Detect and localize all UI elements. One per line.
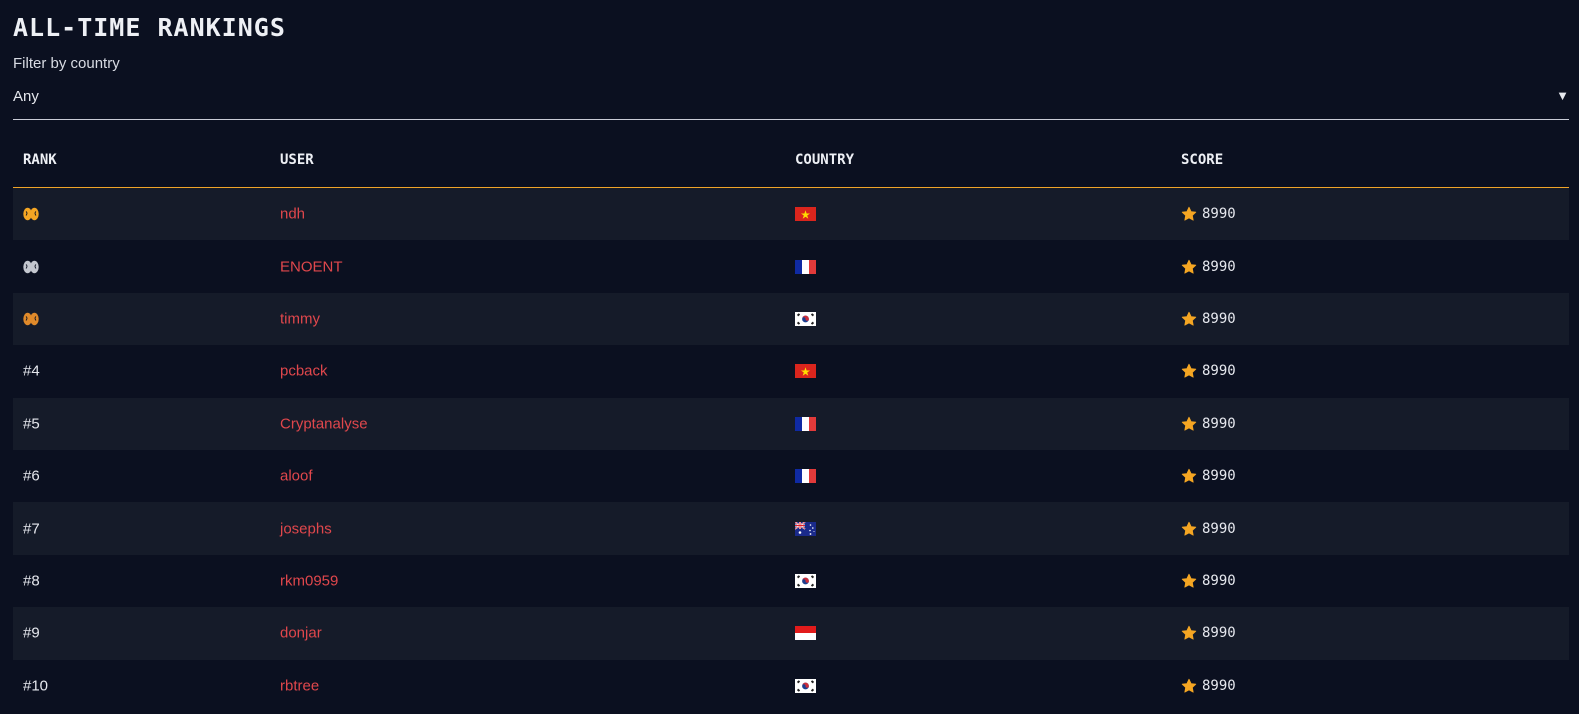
chevron-down-icon: ▼ (1556, 88, 1569, 103)
vietnam-flag-icon (795, 364, 816, 379)
france-flag-icon (795, 416, 816, 431)
score-value: 8990 (1202, 625, 1236, 642)
table-row: #7 josephs 8990 (13, 502, 1569, 555)
country-filter-select[interactable]: Any ▼ (13, 82, 1569, 120)
star-icon (1181, 416, 1197, 432)
table-row: #10 rbtree 8990 (13, 660, 1569, 712)
page-title: ALL-TIME RANKINGS (13, 13, 286, 42)
rank-value: #6 (23, 467, 40, 485)
vietnam-flag-icon (795, 207, 816, 222)
star-icon (1181, 311, 1197, 327)
score-value: 8990 (1202, 572, 1236, 589)
score-cell: 8990 (1181, 259, 1236, 275)
header-user: USER (280, 152, 314, 168)
header-score: SCORE (1181, 152, 1224, 168)
score-value: 8990 (1202, 258, 1236, 275)
user-link[interactable]: aloof (280, 468, 313, 485)
user-link[interactable]: donjar (280, 625, 322, 642)
star-icon (1181, 259, 1197, 275)
score-value: 8990 (1202, 520, 1236, 537)
table-row: #4 pcback 8990 (13, 345, 1569, 397)
south-korea-flag-icon (795, 573, 816, 588)
score-cell: 8990 (1181, 416, 1236, 432)
australia-flag-icon (795, 521, 816, 536)
table-row: timmy 8990 (13, 292, 1569, 346)
table-row: #8 rkm0959 8990 (13, 555, 1569, 607)
country-filter-value: Any (13, 88, 39, 105)
rankings-table: RANK USER COUNTRY SCORE ndh 8990 ENOENT 899… (13, 133, 1569, 712)
south-korea-flag-icon (795, 678, 816, 693)
star-icon (1181, 468, 1197, 484)
score-value: 8990 (1202, 310, 1236, 327)
user-link[interactable]: Cryptanalyse (280, 415, 368, 432)
star-icon (1181, 363, 1197, 379)
table-header: RANK USER COUNTRY SCORE (13, 133, 1569, 188)
table-row: ENOENT 8990 (13, 240, 1569, 292)
table-row: ndh 8990 (13, 188, 1569, 241)
score-cell: 8990 (1181, 625, 1236, 641)
rank-value: #4 (23, 362, 40, 380)
brain-icon (23, 312, 39, 326)
table-row: #6 aloof 8990 (13, 450, 1569, 502)
score-cell: 8990 (1181, 678, 1236, 694)
brain-icon (23, 207, 39, 221)
user-link[interactable]: josephs (280, 520, 332, 537)
score-value: 8990 (1202, 206, 1236, 223)
rank-value: #7 (23, 520, 40, 538)
header-rank: RANK (23, 152, 57, 168)
user-link[interactable]: pcback (280, 363, 328, 380)
table-row: #5 Cryptanalyse 8990 (13, 397, 1569, 450)
user-link[interactable]: rbtree (280, 677, 319, 694)
user-link[interactable]: ndh (280, 206, 305, 223)
star-icon (1181, 521, 1197, 537)
score-value: 8990 (1202, 363, 1236, 380)
user-link[interactable]: ENOENT (280, 258, 343, 275)
score-cell: 8990 (1181, 573, 1236, 589)
header-country: COUNTRY (795, 152, 855, 168)
score-value: 8990 (1202, 468, 1236, 485)
score-cell: 8990 (1181, 468, 1236, 484)
rank-value: #5 (23, 415, 40, 433)
indonesia-flag-icon (795, 626, 816, 641)
rank-value: #10 (23, 677, 49, 695)
score-value: 8990 (1202, 677, 1236, 694)
score-value: 8990 (1202, 415, 1236, 432)
brain-icon (23, 260, 39, 274)
user-link[interactable]: timmy (280, 310, 320, 327)
filter-label: Filter by country (13, 55, 120, 72)
rank-value: #9 (23, 624, 40, 642)
south-korea-flag-icon (795, 311, 816, 326)
score-cell: 8990 (1181, 311, 1236, 327)
score-cell: 8990 (1181, 206, 1236, 222)
score-cell: 8990 (1181, 521, 1236, 537)
table-row: #9 donjar 8990 (13, 607, 1569, 660)
user-link[interactable]: rkm0959 (280, 572, 338, 589)
table-body: ndh 8990 ENOENT 8990 timmy 8990 #4 pcback 8990 #5… (13, 188, 1569, 712)
score-cell: 8990 (1181, 363, 1236, 379)
rank-value: #8 (23, 572, 40, 590)
france-flag-icon (795, 259, 816, 274)
star-icon (1181, 573, 1197, 589)
star-icon (1181, 625, 1197, 641)
star-icon (1181, 206, 1197, 222)
star-icon (1181, 678, 1197, 694)
france-flag-icon (795, 469, 816, 484)
